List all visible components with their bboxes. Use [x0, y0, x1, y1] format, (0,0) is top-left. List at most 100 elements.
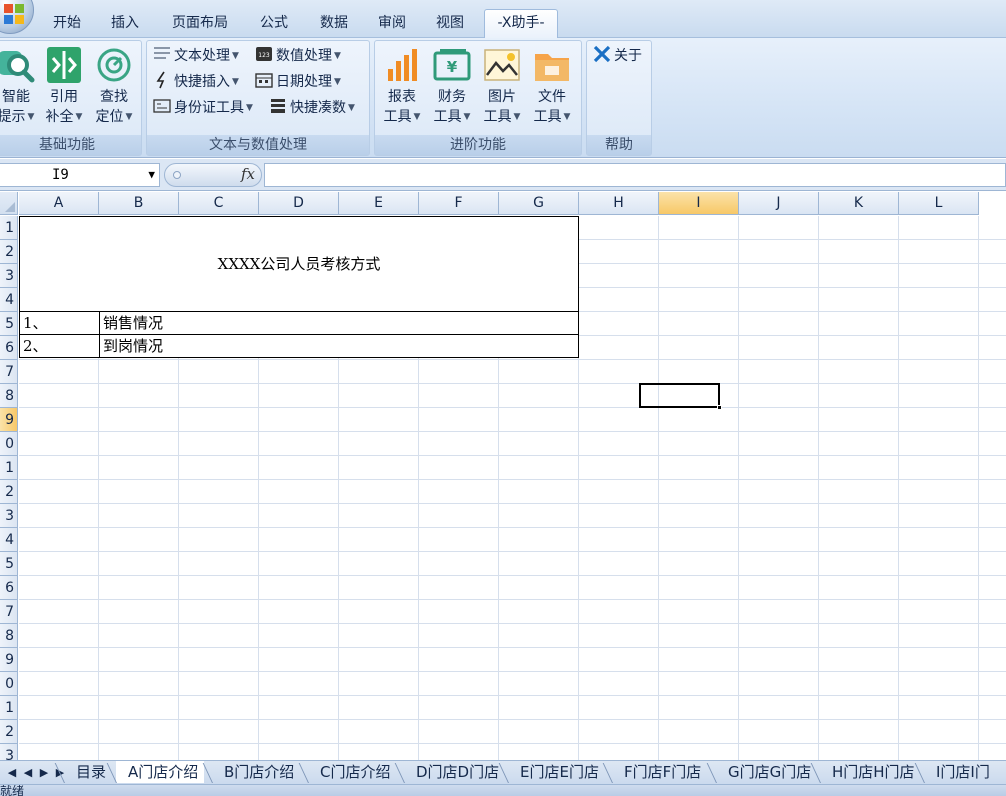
- reference-complete-button[interactable]: 引用 补全 ▼: [41, 45, 87, 127]
- id-card-tool-button[interactable]: 身份证工具 ▼: [153, 97, 253, 119]
- tab-page-layout[interactable]: 页面布局: [164, 10, 236, 38]
- picture-tool-button[interactable]: 图片 工具 ▼: [479, 45, 525, 127]
- row-header[interactable]: 3: [0, 504, 18, 528]
- column-header[interactable]: A: [19, 192, 99, 215]
- formula-input[interactable]: [264, 163, 1006, 187]
- sheet-tab[interactable]: E门店E门店: [508, 761, 605, 783]
- row-header[interactable]: 1: [0, 456, 18, 480]
- column-header[interactable]: C: [179, 192, 259, 215]
- text-processing-button[interactable]: 文本处理 ▼: [153, 45, 239, 67]
- sheet-tab[interactable]: D门店D门店: [404, 761, 505, 783]
- cell-a5[interactable]: 1、: [19, 311, 100, 335]
- report-tool-button[interactable]: 报表 工具 ▼: [379, 45, 425, 127]
- locate-icon: [97, 48, 131, 82]
- column-header[interactable]: L: [899, 192, 979, 215]
- row-header[interactable]: 1: [0, 696, 18, 720]
- row-header[interactable]: 0: [0, 432, 18, 456]
- sheet-tab[interactable]: A门店介绍: [116, 761, 205, 783]
- status-bar: 就绪: [0, 784, 1006, 796]
- cell-a6[interactable]: 2、: [19, 334, 100, 358]
- fill-handle[interactable]: [717, 405, 722, 410]
- row-header[interactable]: 4: [0, 528, 18, 552]
- row-header[interactable]: 1: [0, 216, 18, 240]
- group-label-advanced: 进阶功能: [375, 135, 581, 155]
- row-header[interactable]: 6: [0, 576, 18, 600]
- row-header[interactable]: 5: [0, 312, 18, 336]
- row-header[interactable]: 6: [0, 336, 18, 360]
- active-cell-cursor[interactable]: [639, 383, 722, 410]
- column-header[interactable]: I: [659, 192, 739, 215]
- sheet-tab[interactable]: 目录: [64, 761, 112, 783]
- chevron-down-icon: ▼: [232, 77, 239, 87]
- cell-b6[interactable]: 到岗情况: [99, 334, 579, 358]
- row-header[interactable]: 9: [0, 408, 18, 432]
- date-processing-label: 日期处理: [276, 74, 332, 90]
- select-all-button[interactable]: [0, 192, 18, 215]
- office-button[interactable]: [0, 0, 34, 34]
- cell-area[interactable]: XXXX公司人员考核方式 1、 销售情况 2、 到岗情况: [19, 216, 1006, 760]
- column-header[interactable]: B: [99, 192, 179, 215]
- expand-handle-icon[interactable]: [173, 171, 181, 179]
- title-cell[interactable]: XXXX公司人员考核方式: [19, 216, 579, 312]
- quick-sum-button[interactable]: 快捷凑数 ▼: [269, 97, 355, 119]
- tab-formulas[interactable]: 公式: [252, 10, 296, 38]
- row-header[interactable]: 3: [0, 264, 18, 288]
- chevron-down-icon[interactable]: ▼: [148, 164, 155, 186]
- next-sheet-icon[interactable]: ▶: [36, 764, 52, 782]
- tab-home[interactable]: 开始: [46, 10, 88, 38]
- row-header[interactable]: 8: [0, 384, 18, 408]
- tab-view[interactable]: 视图: [428, 10, 472, 38]
- insert-function-control[interactable]: fx: [164, 163, 262, 187]
- find-locate-button[interactable]: 查找 定位 ▼: [91, 45, 137, 127]
- row-header[interactable]: 4: [0, 288, 18, 312]
- sheet-tab[interactable]: G门店G门店: [716, 761, 817, 783]
- worksheet-grid[interactable]: ABCDEFGHIJKL 12345678901234567890123 XXX…: [0, 192, 1006, 760]
- tab-review[interactable]: 审阅: [370, 10, 414, 38]
- cell-b5[interactable]: 销售情况: [99, 311, 579, 335]
- row-header[interactable]: 2: [0, 480, 18, 504]
- sheet-tab[interactable]: H门店H门店: [820, 761, 921, 783]
- sheet-tab[interactable]: B门店介绍: [212, 761, 300, 783]
- row-header[interactable]: 5: [0, 552, 18, 576]
- about-label: 关于: [614, 48, 642, 64]
- name-box[interactable]: I9 ▼: [0, 163, 160, 187]
- group-label-text-number: 文本与数值处理: [147, 135, 369, 155]
- about-button[interactable]: 关于: [593, 45, 642, 67]
- tab-x-helper[interactable]: -X助手-: [484, 9, 558, 39]
- row-header[interactable]: 7: [0, 600, 18, 624]
- date-processing-button[interactable]: 日期处理 ▼: [255, 71, 341, 93]
- row-header[interactable]: 2: [0, 720, 18, 744]
- first-sheet-icon[interactable]: ◀: [4, 764, 20, 782]
- row-header[interactable]: 9: [0, 648, 18, 672]
- chevron-down-icon: ▼: [246, 103, 253, 113]
- row-header[interactable]: 0: [0, 672, 18, 696]
- column-header[interactable]: E: [339, 192, 419, 215]
- ribbon-tab-bar: 开始 插入 页面布局 公式 数据 审阅 视图 -X助手-: [0, 0, 1006, 39]
- number-processing-button[interactable]: 123 数值处理 ▼: [255, 45, 341, 67]
- smart-hint-button[interactable]: 智能 提示 ▼: [0, 45, 39, 127]
- function-icon[interactable]: fx: [241, 165, 255, 183]
- tab-insert[interactable]: 插入: [104, 10, 146, 38]
- quick-insert-button[interactable]: 快捷插入 ▼: [153, 71, 239, 93]
- tab-data[interactable]: 数据: [312, 10, 356, 38]
- group-label-help: 帮助: [587, 135, 651, 155]
- text-icon: [154, 47, 170, 59]
- column-header[interactable]: J: [739, 192, 819, 215]
- sheet-tab[interactable]: I门店I门: [924, 761, 996, 783]
- prev-sheet-icon[interactable]: ◀: [20, 764, 36, 782]
- row-header[interactable]: 7: [0, 360, 18, 384]
- column-header[interactable]: H: [579, 192, 659, 215]
- column-header[interactable]: D: [259, 192, 339, 215]
- sheet-tab[interactable]: C门店介绍: [308, 761, 396, 783]
- row-header[interactable]: 2: [0, 240, 18, 264]
- row-header[interactable]: 3: [0, 744, 18, 760]
- calendar-icon: [255, 73, 273, 88]
- finance-tool-button[interactable]: ¥ 财务 工具 ▼: [429, 45, 475, 127]
- sheet-tab[interactable]: F门店F门店: [612, 761, 707, 783]
- column-header[interactable]: F: [419, 192, 499, 215]
- column-header[interactable]: K: [819, 192, 899, 215]
- file-tool-button[interactable]: 文件 工具 ▼: [529, 45, 575, 127]
- column-header[interactable]: G: [499, 192, 579, 215]
- smart-hint-label-1: 智能: [2, 89, 30, 105]
- row-header[interactable]: 8: [0, 624, 18, 648]
